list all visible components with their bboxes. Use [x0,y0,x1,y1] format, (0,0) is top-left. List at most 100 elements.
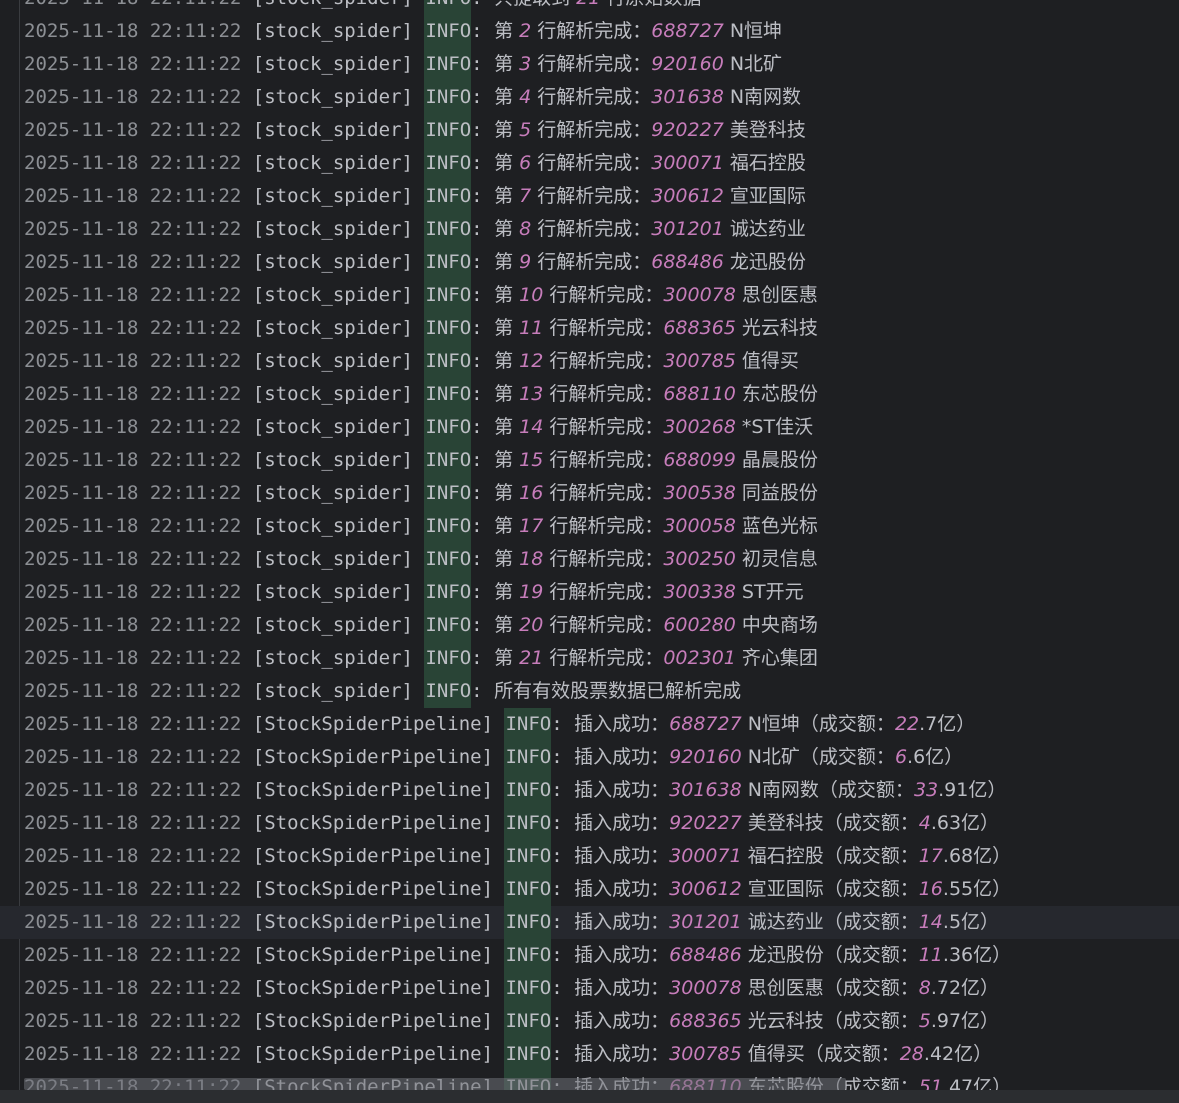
log-number: 688365 [663,317,736,339]
log-level-badge: INFO [424,279,472,312]
log-number: 920160 [651,53,724,75]
log-timestamp: 2025-11-18 22:11:22 [24,515,242,537]
log-text: 龙迅股份 [723,251,806,273]
log-message: 插入成功：920227 美登科技（成交额：4.63亿） [574,812,999,834]
horizontal-scrollbar-track[interactable] [0,1090,1179,1103]
log-number: 300268 [663,416,736,438]
log-text: .72亿） [930,977,1000,999]
log-text: 行解析完成： [543,383,664,405]
log-logger-name: [stock_spider] [252,383,413,405]
log-line: 2025-11-18 22:11:22 [stock_spider] INFO:… [0,0,1179,15]
log-timestamp: 2025-11-18 22:11:22 [24,86,242,108]
log-level-badge: INFO [424,444,472,477]
log-message: 第 16 行解析完成：300538 同益股份 [494,482,818,504]
log-text: 插入成功： [574,812,670,834]
log-line: 2025-11-18 22:11:22 [stock_spider] INFO:… [0,378,1179,411]
log-number: 300785 [663,350,736,372]
log-text: 行解析完成： [543,317,664,339]
log-logger-name: [stock_spider] [252,185,413,207]
log-logger-name: [stock_spider] [252,548,413,570]
log-text: 行解析完成： [543,515,664,537]
log-text: 插入成功： [574,944,670,966]
log-message: 插入成功：688365 光云科技（成交额：5.97亿） [574,1010,999,1032]
log-timestamp: 2025-11-18 22:11:22 [24,416,242,438]
log-timestamp: 2025-11-18 22:11:22 [24,581,242,603]
log-line: 2025-11-18 22:11:22 [StockSpiderPipeline… [0,741,1179,774]
log-number: 002301 [663,647,736,669]
log-number: 688486 [651,251,724,273]
log-text: 宣亚国际（成交额： [741,878,919,900]
log-message: 第 5 行解析完成：920227 美登科技 [494,119,806,141]
log-number: 6 [894,746,908,768]
log-line: 2025-11-18 22:11:22 [stock_spider] INFO:… [0,510,1179,543]
log-number: 688099 [663,449,736,471]
log-number: 8 [918,977,931,999]
log-message: 插入成功：920160 N北矿（成交额：6.6亿） [574,746,963,768]
log-line: 2025-11-18 22:11:22 [StockSpiderPipeline… [0,1038,1179,1071]
log-line: 2025-11-18 22:11:22 [stock_spider] INFO:… [0,576,1179,609]
log-line: 2025-11-18 22:11:22 [stock_spider] INFO:… [0,147,1179,180]
log-text: 第 [494,152,520,174]
log-number: 28 [899,1043,924,1065]
log-number: 21 [519,647,544,669]
log-text: 第 [494,515,520,537]
log-line: 2025-11-18 22:11:22 [StockSpiderPipeline… [0,807,1179,840]
log-timestamp: 2025-11-18 22:11:22 [24,383,242,405]
log-number: 300538 [663,482,736,504]
log-text: N南网数（成交额： [741,779,914,801]
log-number: 4 [918,812,931,834]
log-logger-name: [stock_spider] [252,86,413,108]
log-message: 第 13 行解析完成：688110 东芯股份 [494,383,818,405]
log-text: 思创医惠 [735,284,818,306]
log-text: 福石控股（成交额： [741,845,919,867]
log-timestamp: 2025-11-18 22:11:22 [24,944,242,966]
log-text: .63亿） [930,812,1000,834]
log-text: 齐心集团 [735,647,818,669]
log-number: 15 [519,449,544,471]
log-number: 17 [519,515,544,537]
log-logger-name: [stock_spider] [252,581,413,603]
log-line: 2025-11-18 22:11:22 [stock_spider] INFO:… [0,279,1179,312]
log-line: 2025-11-18 22:11:22 [stock_spider] INFO:… [0,180,1179,213]
log-timestamp: 2025-11-18 22:11:22 [24,218,242,240]
log-message: 第 9 行解析完成：688486 龙迅股份 [494,251,806,273]
log-message: 第 15 行解析完成：688099 晶晨股份 [494,449,818,471]
log-message: 插入成功：300078 思创医惠（成交额：8.72亿） [574,977,999,999]
log-number: 14 [519,416,544,438]
log-text: .97亿） [930,1010,1000,1032]
log-text: .36亿） [942,944,1012,966]
log-number: 688727 [669,713,742,735]
log-logger-name: [StockSpiderPipeline] [252,911,494,933]
log-text: N北矿（成交额： [741,746,895,768]
log-text: 中央商场 [735,614,818,636]
log-level-badge: INFO [504,873,552,906]
log-message: 第 18 行解析完成：300250 初灵信息 [494,548,818,570]
log-timestamp: 2025-11-18 22:11:22 [24,53,242,75]
log-text: N恒坤 [723,20,783,42]
log-text: 第 [494,284,520,306]
horizontal-scrollbar-thumb[interactable] [24,1078,846,1090]
log-logger-name: [StockSpiderPipeline] [252,845,494,867]
log-line: 2025-11-18 22:11:22 [StockSpiderPipeline… [0,840,1179,873]
log-logger-name: [StockSpiderPipeline] [252,878,494,900]
log-timestamp: 2025-11-18 22:11:22 [24,251,242,273]
log-number: 301638 [651,86,724,108]
log-timestamp: 2025-11-18 22:11:22 [24,680,242,702]
log-text: 行解析完成： [543,614,664,636]
log-timestamp: 2025-11-18 22:11:22 [24,746,242,768]
run-console-output[interactable]: 2025-11-18 22:11:22 [stock_spider] INFO:… [0,0,1179,1103]
log-text: 行解析完成： [531,119,652,141]
log-line: 2025-11-18 22:11:22 [stock_spider] INFO:… [0,543,1179,576]
log-level-badge: INFO [424,411,472,444]
log-message: 插入成功：300612 宣亚国际（成交额：16.55亿） [574,878,1011,900]
log-timestamp: 2025-11-18 22:11:22 [24,548,242,570]
log-message: 插入成功：301201 诚达药业（成交额：14.5亿） [574,911,999,933]
log-text: 诚达药业 [723,218,806,240]
log-timestamp: 2025-11-18 22:11:22 [24,713,242,735]
log-number: 300785 [669,1043,742,1065]
log-text: .55亿） [942,878,1012,900]
log-line: 2025-11-18 22:11:22 [StockSpiderPipeline… [0,774,1179,807]
log-text: 所有有效股票数据已解析完成 [494,680,742,702]
log-text: 行解析完成： [543,581,664,603]
log-text: 值得买（成交额： [741,1043,900,1065]
